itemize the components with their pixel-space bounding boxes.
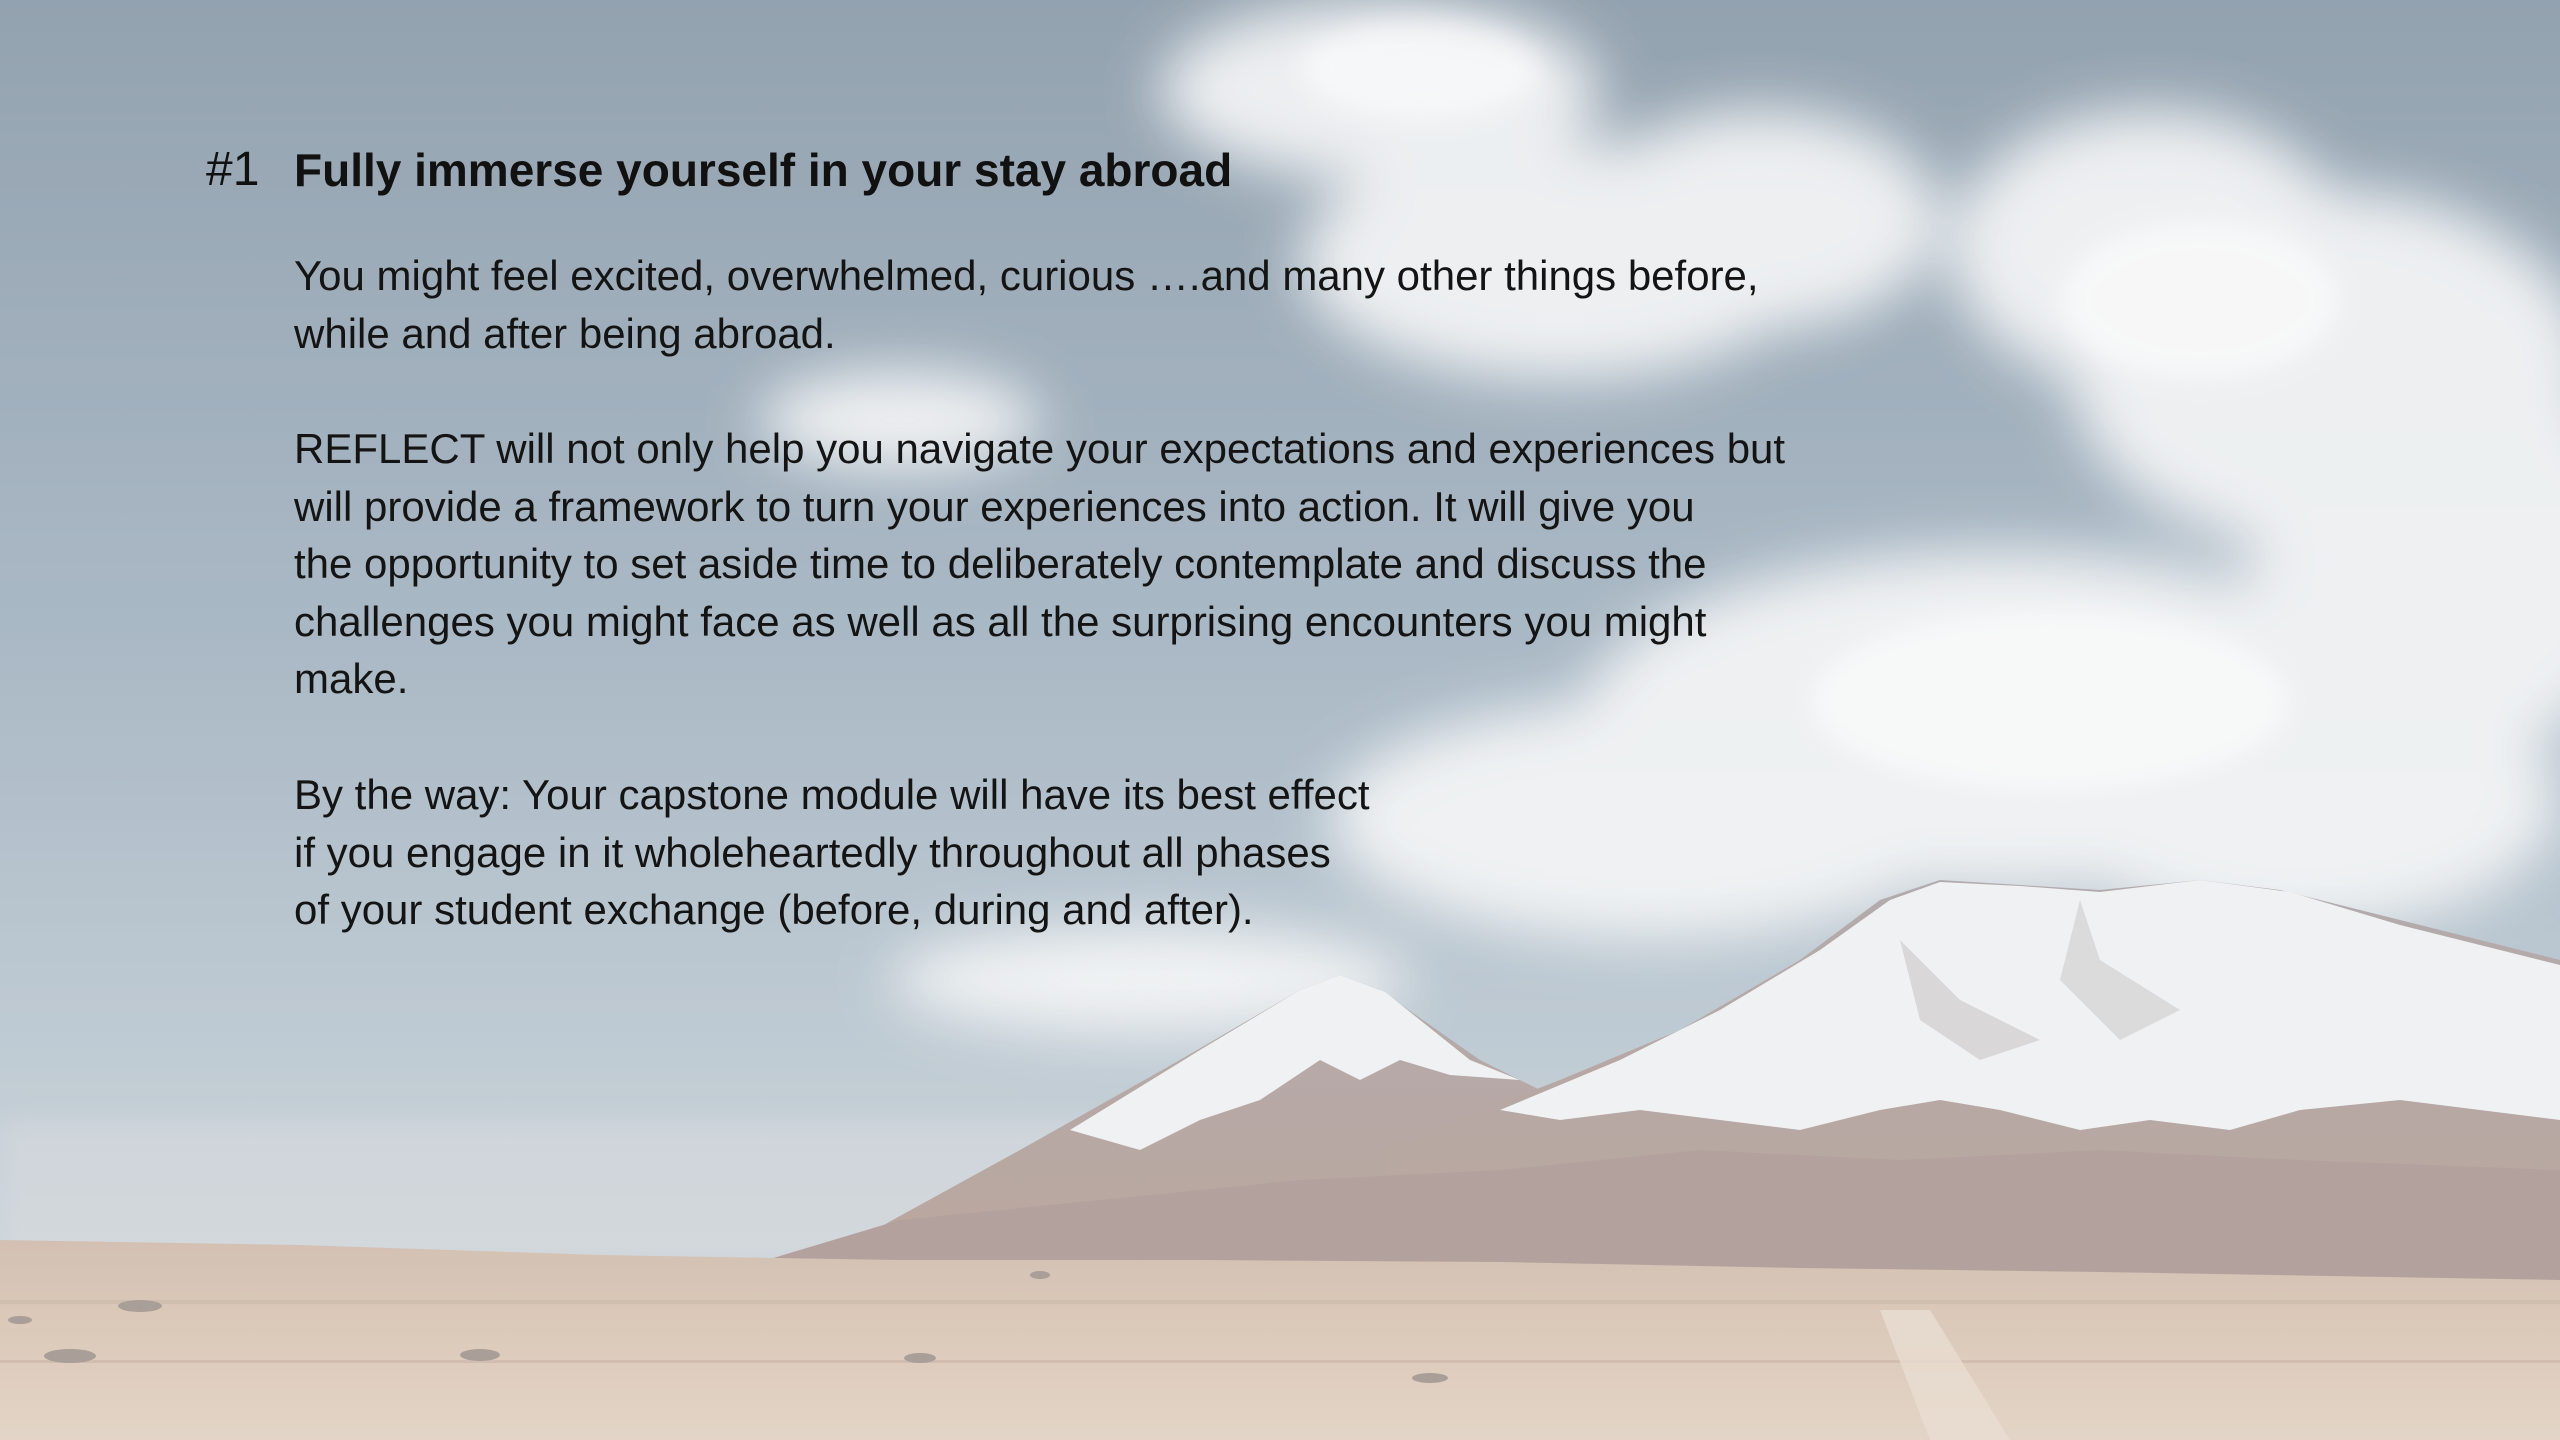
paragraph-line: You might feel excited, overwhelmed, cur…	[294, 252, 1759, 299]
slide-title: Fully immerse yourself in your stay abro…	[294, 144, 1233, 196]
paragraph-line: of your student exchange (before, during…	[294, 886, 1254, 933]
paragraph-line: while and after being abroad.	[294, 309, 836, 357]
paragraph-line: make.	[294, 655, 409, 702]
paragraph-line: will provide a framework to turn your ex…	[294, 482, 1695, 530]
slide-content: #1 Fully immerse yourself in your stay a…	[0, 0, 2560, 1440]
paragraph-intro: You might feel excited, overwhelmed, cur…	[294, 247, 1854, 362]
section-number: #1	[206, 143, 260, 196]
paragraph-line: the opportunity to set aside time to del…	[294, 540, 1707, 587]
paragraph-reflect: REFLECT will not only help you navigate …	[294, 420, 1874, 708]
paragraph-line: if you engage in it wholeheartedly throu…	[294, 828, 1331, 876]
paragraph-line: By the way: Your capstone module will ha…	[294, 771, 1370, 818]
paragraph-capstone: By the way: Your capstone module will ha…	[294, 766, 1494, 939]
paragraph-line: challenges you might face as well as all…	[294, 597, 1707, 645]
paragraph-line: REFLECT will not only help you navigate …	[294, 425, 1786, 472]
